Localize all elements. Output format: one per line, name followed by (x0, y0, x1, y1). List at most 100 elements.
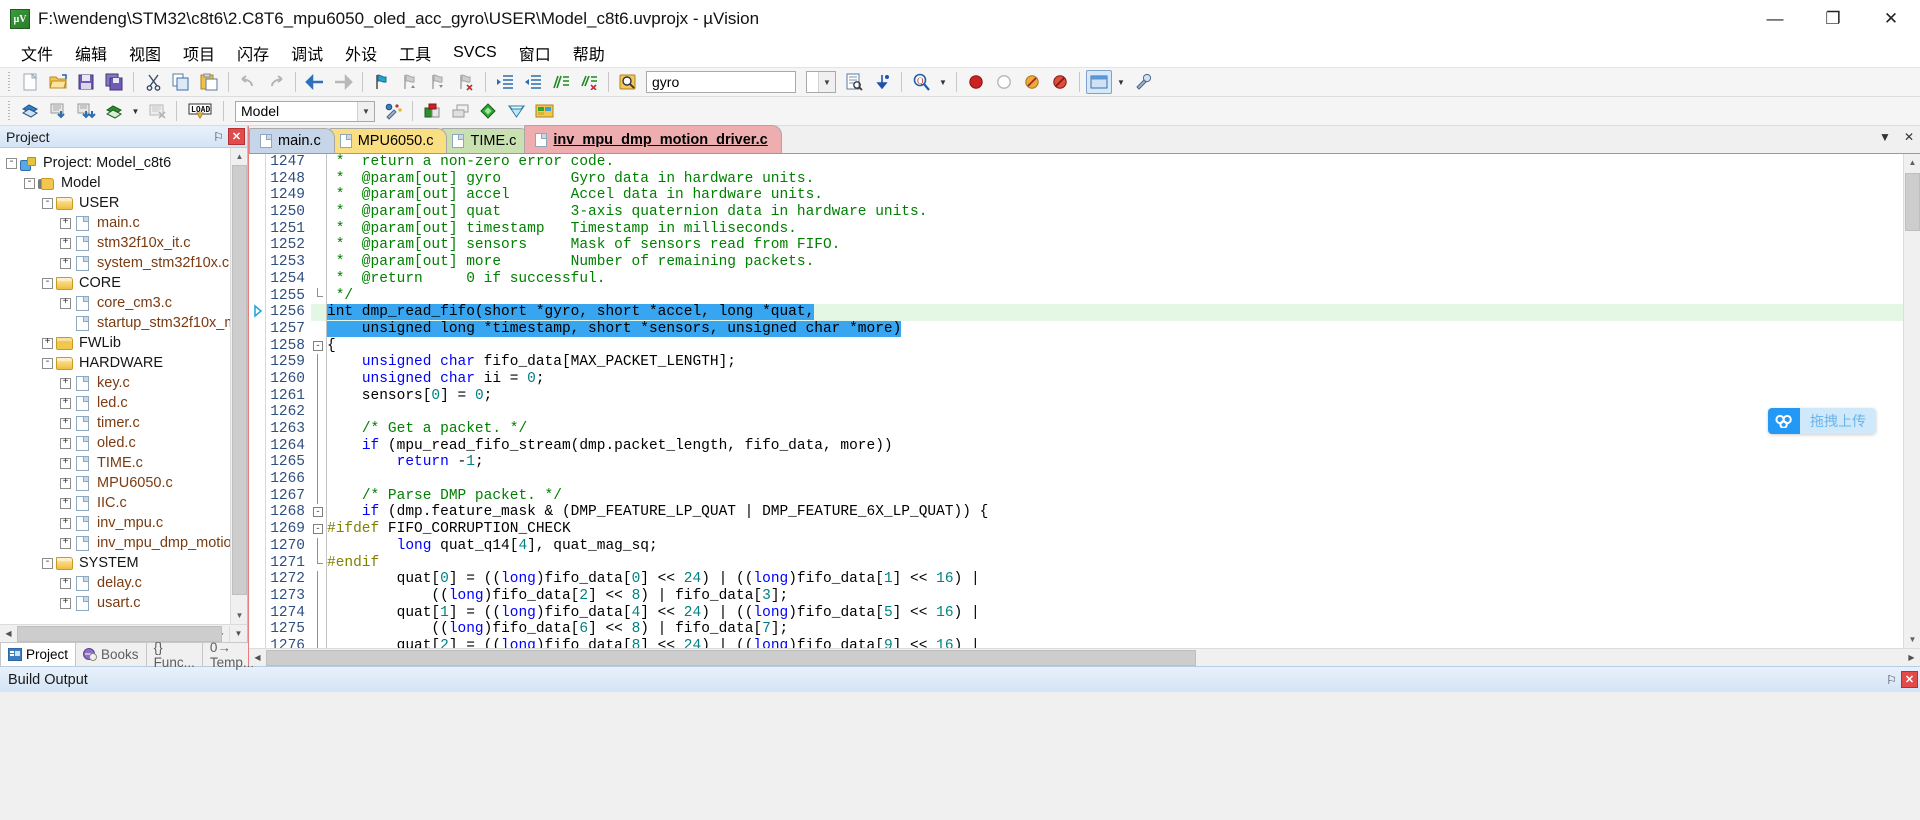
code-line[interactable]: 1269- #ifdef FIFO_CORRUPTION_CHECK (249, 521, 1903, 538)
find-input[interactable]: gyro (647, 74, 795, 90)
fold-marker[interactable]: - (311, 521, 325, 538)
bookmark-next-icon[interactable] (425, 70, 451, 94)
code-text[interactable]: ((long)fifo_data[6] << 8) | fifo_data[7]… (325, 621, 1903, 638)
collapse-toggle-icon[interactable]: - (42, 277, 53, 289)
redo-icon[interactable] (263, 70, 289, 94)
target-select[interactable]: Model ▼ (235, 100, 375, 122)
menu-item-help[interactable]: 帮助 (562, 38, 616, 68)
upload-widget-label[interactable]: 拖拽上传 (1800, 408, 1876, 434)
incremental-find-icon[interactable] (841, 70, 867, 94)
code-line[interactable]: 1247 * return a non-zero error code. (249, 154, 1903, 171)
code-text[interactable]: ((long)fifo_data[2] << 8) | fifo_data[3]… (325, 588, 1903, 605)
breakpoint-gutter[interactable] (249, 487, 265, 505)
project-tree[interactable]: - Project: Model_c8t6- Model - USER + main.c + s… (0, 148, 247, 624)
copy-icon[interactable] (168, 70, 194, 94)
expand-toggle-icon[interactable]: + (60, 417, 71, 429)
download-icon[interactable]: LOAD (183, 99, 217, 123)
breakpoint-gutter[interactable] (249, 187, 265, 205)
close-button[interactable]: ✕ (1862, 0, 1920, 38)
batch-build-dropdown-icon[interactable]: ▼ (129, 99, 142, 123)
open-file-icon[interactable] (45, 70, 71, 94)
code-text[interactable]: unsigned char ii = 0; (325, 371, 1903, 388)
manage-components-icon[interactable] (419, 99, 445, 123)
editor-vscrollbar[interactable]: ▲ ▼ (1903, 154, 1920, 648)
tree-item[interactable]: + inv_mpu_dmp_motion_driver.c (6, 533, 247, 553)
breakpoint-gutter[interactable] (249, 370, 265, 388)
upload-widget[interactable]: 拖拽上传 (1768, 408, 1876, 434)
code-line[interactable]: 1259 unsigned char fifo_data[MAX_PACKET_… (249, 354, 1903, 371)
code-text[interactable]: * return a non-zero error code. (325, 154, 1903, 171)
code-text[interactable]: if (dmp.feature_mask & (DMP_FEATURE_LP_Q… (325, 504, 1903, 521)
save-all-icon[interactable] (101, 70, 127, 94)
code-line[interactable]: 1264 if (mpu_read_fifo_stream(dmp.packet… (249, 437, 1903, 455)
code-lines[interactable]: 1247 * return a non-zero error code. 1248… (249, 154, 1903, 648)
scroll-thumb[interactable] (1905, 173, 1920, 231)
hscroll-track[interactable] (266, 649, 1903, 666)
bookmark-clear-icon[interactable] (453, 70, 479, 94)
scroll-down-icon[interactable]: ▼ (1904, 631, 1920, 648)
breakpoint-gutter[interactable] (249, 204, 265, 221)
code-text[interactable]: if (mpu_read_fifo_stream(dmp.packet_leng… (325, 438, 1903, 455)
close-icon[interactable]: ✕ (1901, 671, 1918, 688)
menu-item-svcs[interactable]: SVCS (442, 41, 508, 65)
magnify-icon[interactable]: Q (908, 70, 934, 94)
disable-breakpoint-icon[interactable] (991, 70, 1017, 94)
code-line[interactable]: 1270 long quat_q14[4], quat_mag_sq; (249, 537, 1903, 555)
current-statement-marker[interactable] (249, 304, 265, 321)
toolbar-grip[interactable] (7, 72, 13, 92)
code-text[interactable]: * @param[out] quat 3-axis quaternion dat… (325, 204, 1903, 221)
tree-item[interactable]: + core_cm3.c (6, 293, 247, 313)
code-line[interactable]: 1257 unsigned long *timestamp, short *se… (249, 320, 1903, 338)
code-text[interactable]: unsigned char fifo_data[MAX_PACKET_LENGT… (325, 354, 1903, 371)
expand-toggle-icon[interactable]: + (60, 537, 71, 549)
hscroll-track[interactable] (17, 625, 222, 642)
code-text[interactable]: * @param[out] more Number of remaining p… (325, 254, 1903, 271)
code-line[interactable]: 1262 (249, 404, 1903, 421)
translate-icon[interactable] (17, 99, 43, 123)
breakpoint-gutter[interactable] (249, 587, 265, 605)
tree-item[interactable]: + FWLib (6, 333, 247, 353)
expand-toggle-icon[interactable]: + (60, 577, 71, 589)
code-line[interactable]: 1251 * @param[out] timestamp Timestamp i… (249, 220, 1903, 238)
scroll-left-icon[interactable]: ◀ (0, 625, 17, 642)
code-line[interactable]: 1273 ((long)fifo_data[2] << 8) | fifo_da… (249, 587, 1903, 605)
breakpoint-gutter[interactable] (249, 454, 265, 472)
code-line[interactable]: 1274 quat[1] = ((long)fifo_data[4] << 24… (249, 604, 1903, 622)
breakpoint-gutter[interactable] (249, 521, 265, 538)
undo-icon[interactable] (235, 70, 261, 94)
toolbar-grip[interactable] (7, 101, 13, 121)
tree-item[interactable]: + timer.c (6, 413, 247, 433)
collapse-toggle-icon[interactable]: - (42, 557, 53, 569)
tabs-dropdown-icon[interactable]: ▼ (1878, 130, 1892, 144)
chevron-down-icon[interactable]: ▼ (818, 72, 835, 92)
tab-books[interactable]: Books (76, 643, 147, 666)
code-line[interactable]: 1266 (249, 471, 1903, 488)
menu-item-file[interactable]: 文件 (10, 38, 64, 68)
find-history-dropdown[interactable]: ▼ (806, 71, 836, 93)
debug-window-dropdown-icon[interactable]: ▼ (1114, 70, 1128, 94)
breakpoint-gutter[interactable] (249, 154, 265, 171)
tree-item[interactable]: + oled.c (6, 433, 247, 453)
multi-project-icon[interactable] (447, 99, 473, 123)
find-in-files-icon[interactable] (615, 70, 641, 94)
breakpoint-gutter[interactable] (249, 320, 265, 338)
tree-item[interactable]: + stm32f10x_it.c (6, 233, 247, 253)
scroll-menu-icon[interactable]: ▼ (229, 625, 247, 642)
pin-icon[interactable]: ⚐ (210, 128, 227, 145)
project-tree-hscrollbar[interactable]: ◀ ▶ ▼ (0, 624, 247, 642)
code-line[interactable]: 1265 return -1; (249, 454, 1903, 472)
expand-toggle-icon[interactable]: + (60, 397, 71, 409)
breakpoint-gutter[interactable] (249, 220, 265, 238)
pin-icon[interactable]: ⚐ (1883, 671, 1900, 688)
expand-toggle-icon[interactable]: + (42, 337, 53, 349)
tree-item[interactable]: + delay.c (6, 573, 247, 593)
breakpoint-gutter[interactable] (249, 421, 265, 438)
code-editor[interactable]: 1247 * return a non-zero error code. 1248… (249, 154, 1920, 648)
code-text[interactable]: * @param[out] gyro Gyro data in hardware… (325, 171, 1903, 188)
batch-build-icon[interactable] (101, 99, 127, 123)
project-items-icon[interactable] (531, 99, 557, 123)
breakpoint-gutter[interactable] (249, 237, 265, 255)
code-text[interactable]: /* Get a packet. */ (325, 421, 1903, 438)
code-text[interactable]: * @param[out] accel Accel data in hardwa… (325, 187, 1903, 204)
disable-all-breakpoints-icon[interactable] (1047, 70, 1073, 94)
